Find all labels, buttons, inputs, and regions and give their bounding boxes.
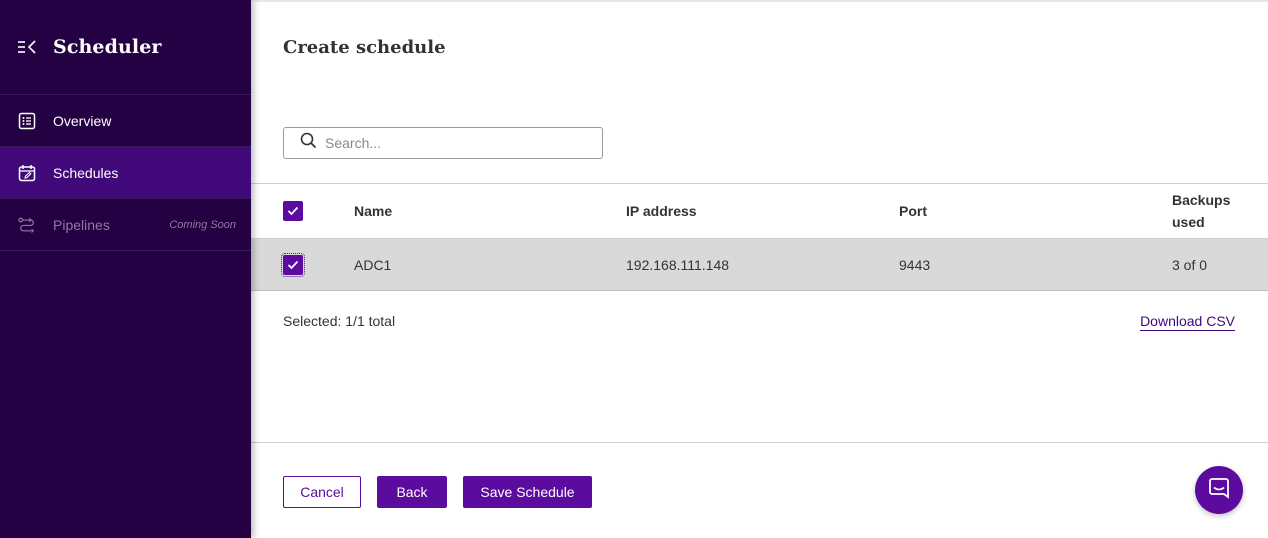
download-csv-link[interactable]: Download CSV	[1140, 313, 1235, 331]
sidebar-item-label: Overview	[53, 112, 112, 129]
checkmark-icon	[287, 206, 299, 216]
row-select-cell	[281, 239, 305, 290]
select-all-cell	[283, 184, 303, 238]
cancel-button[interactable]: Cancel	[283, 476, 361, 508]
collapse-sidebar-icon[interactable]	[17, 39, 39, 55]
list-icon	[18, 112, 36, 130]
search-icon	[300, 132, 317, 154]
sidebar-item-label: Schedules	[53, 164, 119, 181]
search-input[interactable]	[325, 135, 595, 151]
selected-count: Selected: 1/1 total	[283, 313, 396, 329]
column-header-name[interactable]: Name	[354, 184, 392, 238]
top-divider	[251, 0, 1268, 2]
page-title: Create schedule	[283, 37, 446, 58]
sidebar: Scheduler Overview Schedules Pipelines C…	[0, 0, 251, 538]
save-schedule-button[interactable]: Save Schedule	[463, 476, 592, 508]
devices-table: Name IP address Port Backups used ADC1 1…	[251, 183, 1268, 291]
chat-launcher-button[interactable]	[1195, 466, 1243, 514]
select-all-checkbox[interactable]	[283, 201, 303, 221]
search-box[interactable]	[283, 127, 603, 159]
column-header-backups[interactable]: Backups used	[1172, 184, 1242, 238]
coming-soon-badge: Coming Soon	[169, 218, 236, 231]
sidebar-item-schedules[interactable]: Schedules	[0, 147, 251, 199]
pipeline-icon	[18, 216, 36, 234]
calendar-edit-icon	[18, 164, 36, 182]
row-ip: 192.168.111.148	[626, 256, 730, 273]
row-checkbox[interactable]	[281, 252, 305, 277]
column-header-ip[interactable]: IP address	[626, 184, 697, 238]
app-title: Scheduler	[53, 36, 162, 58]
row-name: ADC1	[354, 256, 392, 273]
sidebar-item-overview[interactable]: Overview	[0, 95, 251, 147]
column-header-port[interactable]: Port	[899, 184, 927, 238]
table-header: Name IP address Port Backups used	[251, 183, 1268, 239]
sidebar-item-pipelines: Pipelines Coming Soon	[0, 199, 251, 251]
row-backups: 3 of 0	[1172, 256, 1208, 273]
chat-icon	[1207, 476, 1231, 505]
main-content: Create schedule Name IP address Port Bac…	[251, 0, 1268, 538]
sidebar-item-label: Pipelines	[53, 216, 110, 233]
back-button[interactable]: Back	[377, 476, 447, 508]
footer-divider	[251, 442, 1268, 443]
row-port: 9443	[899, 256, 931, 273]
table-row[interactable]: ADC1 192.168.111.148 9443 3 of 0	[251, 239, 1268, 291]
checkmark-icon	[287, 260, 299, 269]
sidebar-header: Scheduler	[0, 0, 251, 95]
